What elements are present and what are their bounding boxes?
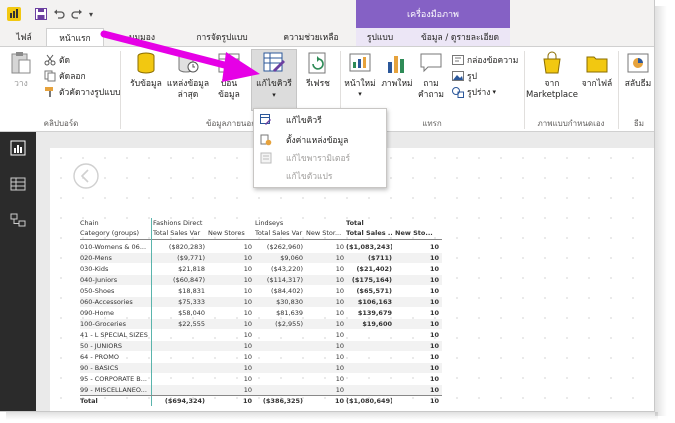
window-shadow [655, 6, 667, 416]
window-shadow [6, 412, 658, 420]
callout-arrow [100, 30, 260, 82]
power-bi-window: ▾ เครื่องมือภาพ ไฟล์ หน้าแรก มุมมอง การจ… [0, 0, 655, 412]
